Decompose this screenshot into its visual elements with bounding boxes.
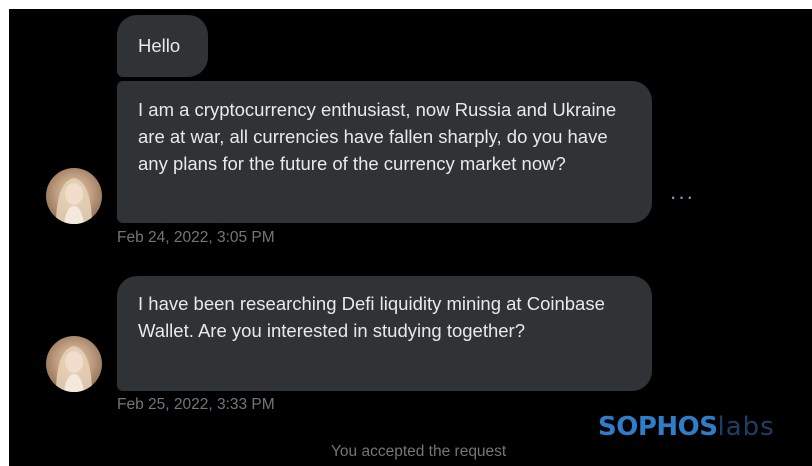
more-options-icon[interactable]: ··· <box>668 186 696 208</box>
system-message: You accepted the request <box>331 443 507 460</box>
message-text: I am a cryptocurrency enthusiast, now Ru… <box>138 99 617 174</box>
user-avatar-icon <box>56 178 92 224</box>
avatar[interactable] <box>46 168 102 224</box>
message-bubble-defi[interactable]: I have been researching Defi liquidity m… <box>117 276 652 391</box>
avatar[interactable] <box>46 336 102 392</box>
top-edge <box>0 0 812 9</box>
message-timestamp: Feb 25, 2022, 3:33 PM <box>117 396 275 413</box>
watermark-light: labs <box>717 412 775 442</box>
message-bubble-hello[interactable]: Hello <box>117 15 208 77</box>
sophoslabs-watermark: SOPHOSlabs <box>598 410 775 444</box>
message-bubble-crypto[interactable]: I am a cryptocurrency enthusiast, now Ru… <box>117 81 652 223</box>
message-timestamp: Feb 24, 2022, 3:05 PM <box>117 229 275 246</box>
user-avatar-icon <box>56 346 92 392</box>
watermark-bold: SOPHOS <box>598 412 718 442</box>
left-edge <box>0 0 9 466</box>
message-text: I have been researching Defi liquidity m… <box>138 293 605 341</box>
message-text: Hello <box>138 35 181 56</box>
